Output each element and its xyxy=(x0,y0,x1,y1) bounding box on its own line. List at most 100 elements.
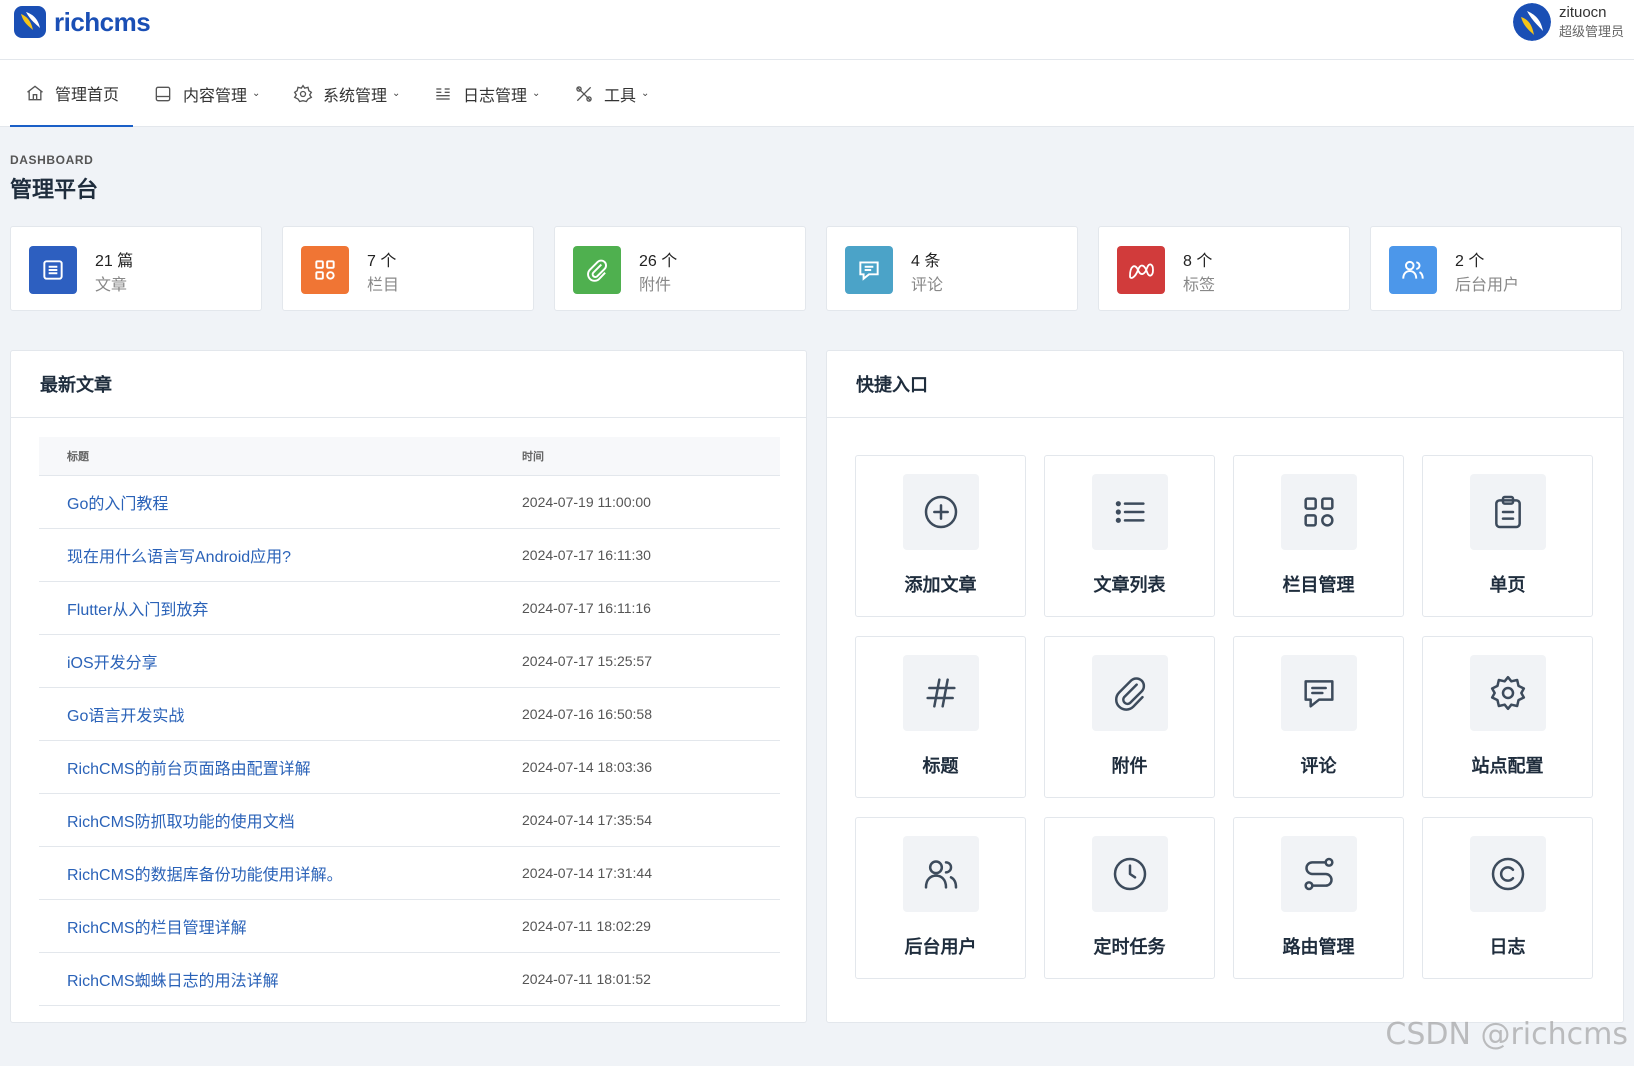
stat-label: 标签 xyxy=(1183,277,1216,294)
nav-label: 管理首页 xyxy=(55,86,120,104)
article-title-link[interactable]: iOS开发分享 xyxy=(67,649,158,673)
shortcut-label: 单页 xyxy=(1489,575,1526,595)
list-icon xyxy=(1092,474,1168,550)
table-row: iOS开发分享 2024-07-17 15:25:57 xyxy=(39,635,780,688)
shortcut-paperclip[interactable]: 附件 xyxy=(1044,636,1215,798)
stat-label: 后台用户 xyxy=(1455,277,1520,294)
shortcut-label: 栏目管理 xyxy=(1282,575,1355,595)
article-time: 2024-07-14 18:03:36 xyxy=(522,759,652,775)
watermark: CSDN @richcms xyxy=(1385,1017,1628,1052)
shortcut-label: 后台用户 xyxy=(904,937,977,957)
stat-value: 8 个 xyxy=(1183,253,1213,270)
shortcut-users[interactable]: 后台用户 xyxy=(855,817,1026,979)
table-row: RichCMS的前台页面路由配置详解 2024-07-14 18:03:36 xyxy=(39,741,780,794)
article-title-link[interactable]: RichCMS蜘蛛日志的用法详解 xyxy=(67,967,279,991)
tools-icon xyxy=(573,83,595,105)
article-title-link[interactable]: RichCMS的前台页面路由配置详解 xyxy=(67,755,311,779)
shortcut-grid[interactable]: 栏目管理 xyxy=(1233,455,1404,617)
table-row: RichCMS的栏目管理详解 2024-07-11 18:02:29 xyxy=(39,900,780,953)
shortcut-label: 日志 xyxy=(1489,937,1526,957)
article-time: 2024-07-17 16:11:16 xyxy=(522,600,651,616)
article-time: 2024-07-11 18:01:52 xyxy=(522,971,651,987)
nav-item-system[interactable]: 系统管理 ⌄ xyxy=(292,60,400,127)
gear-icon xyxy=(292,83,314,105)
chevron-down-icon: ⌄ xyxy=(252,88,261,99)
article-title-link[interactable]: Go的入门教程 xyxy=(67,490,168,514)
table-row: RichCMS的数据库备份功能使用详解。 2024-07-14 17:31:44 xyxy=(39,847,780,900)
shortcut-hash[interactable]: 标题 xyxy=(855,636,1026,798)
content-icon xyxy=(152,83,174,105)
page-pretitle: DASHBOARD xyxy=(10,153,94,167)
article-time: 2024-07-14 17:35:54 xyxy=(522,812,652,828)
page-title: 管理平台 xyxy=(10,177,99,202)
nav-label: 内容管理 xyxy=(183,87,248,105)
shortcuts-panel: 快捷入口 添加文章 文章列表 栏目管理 单页标题 附件 评论 站点配置后台用户 定时任务 路由管… xyxy=(826,350,1624,1023)
copyright-icon xyxy=(1470,836,1546,912)
stat-card-comments[interactable]: 4 条 评论 xyxy=(826,226,1078,311)
stat-card-users[interactable]: 2 个 后台用户 xyxy=(1370,226,1622,311)
shortcut-label: 添加文章 xyxy=(904,575,977,595)
shortcut-clipboard[interactable]: 单页 xyxy=(1422,455,1593,617)
log-icon xyxy=(432,83,454,105)
gear-icon xyxy=(1470,655,1546,731)
users-icon xyxy=(1389,246,1437,294)
chevron-down-icon: ⌄ xyxy=(532,88,541,99)
nav-item-tools[interactable]: 工具 ⌄ xyxy=(573,60,649,127)
stat-value: 4 条 xyxy=(911,253,941,270)
article-title-link[interactable]: RichCMS的栏目管理详解 xyxy=(67,914,247,938)
user-role: 超级管理员 xyxy=(1558,24,1624,39)
stat-label: 栏目 xyxy=(367,277,400,294)
nav-label: 工具 xyxy=(604,87,637,105)
nav-item-content[interactable]: 内容管理 ⌄ xyxy=(152,60,260,127)
shortcut-label: 文章列表 xyxy=(1093,575,1166,595)
table-row: Go语言开发实战 2024-07-16 16:50:58 xyxy=(39,688,780,741)
nav-item-home[interactable]: 管理首页 xyxy=(10,60,134,127)
stat-card-categories[interactable]: 7 个 栏目 xyxy=(282,226,534,311)
shortcut-route[interactable]: 路由管理 xyxy=(1233,817,1404,979)
shortcut-label: 标题 xyxy=(922,756,959,776)
shortcut-clock[interactable]: 定时任务 xyxy=(1044,817,1215,979)
shortcut-plus-circle[interactable]: 添加文章 xyxy=(855,455,1026,617)
main-nav: 管理首页 内容管理 ⌄ 系统管理 ⌄ 日志管理 ⌄ 工具 ⌄ xyxy=(0,60,1634,127)
column-header-time: 时间 xyxy=(522,451,544,463)
route-icon xyxy=(1281,836,1357,912)
shortcut-label: 站点配置 xyxy=(1471,756,1544,776)
comment-icon xyxy=(845,246,893,294)
stat-label: 附件 xyxy=(639,277,672,294)
stat-card-tags[interactable]: 8 个 标签 xyxy=(1098,226,1350,311)
nav-item-logs[interactable]: 日志管理 ⌄ xyxy=(432,60,540,127)
user-menu[interactable]: zituocn 超级管理员 xyxy=(1512,0,1624,44)
home-icon xyxy=(24,82,46,104)
column-header-title: 标题 xyxy=(67,451,89,463)
logo-icon xyxy=(14,6,46,38)
stat-card-attachments[interactable]: 26 个 附件 xyxy=(554,226,806,311)
top-header: richcms zituocn 超级管理员 xyxy=(0,0,1634,60)
shortcut-gear[interactable]: 站点配置 xyxy=(1422,636,1593,798)
shortcut-comment[interactable]: 评论 xyxy=(1233,636,1404,798)
table-row: Flutter从入门到放弃 2024-07-17 16:11:16 xyxy=(39,582,780,635)
brand-logo[interactable]: richcms xyxy=(12,2,151,42)
nav-label: 日志管理 xyxy=(463,87,528,105)
avatar[interactable] xyxy=(1512,3,1551,41)
brand-name: richcms xyxy=(54,6,151,37)
stat-card-articles[interactable]: 21 篇 文章 xyxy=(10,226,262,311)
plus-circle-icon xyxy=(903,474,979,550)
articles-table: 标题 时间 Go的入门教程 2024-07-19 11:00:00 现在用什么语言写… xyxy=(39,437,780,1006)
shortcut-list[interactable]: 文章列表 xyxy=(1044,455,1215,617)
table-row: Go的入门教程 2024-07-19 11:00:00 xyxy=(39,476,780,529)
article-time: 2024-07-14 17:31:44 xyxy=(522,865,652,881)
article-title-link[interactable]: Go语言开发实战 xyxy=(67,702,184,726)
article-title-link[interactable]: 现在用什么语言写Android应用? xyxy=(67,543,291,567)
article-title-link[interactable]: RichCMS防抓取功能的使用文档 xyxy=(67,808,295,832)
article-title-link[interactable]: Flutter从入门到放弃 xyxy=(67,596,208,620)
panel-title: 快捷入口 xyxy=(827,351,1623,418)
table-header: 标题 时间 xyxy=(39,437,780,476)
shortcut-label: 评论 xyxy=(1300,756,1337,776)
comment-icon xyxy=(1281,655,1357,731)
article-title-link[interactable]: RichCMS的数据库备份功能使用详解。 xyxy=(67,861,343,885)
paperclip-icon xyxy=(1092,655,1168,731)
user-name: zituocn xyxy=(1558,4,1607,21)
table-row: 现在用什么语言写Android应用? 2024-07-17 16:11:30 xyxy=(39,529,780,582)
shortcut-label: 路由管理 xyxy=(1282,937,1355,957)
shortcut-copyright[interactable]: 日志 xyxy=(1422,817,1593,979)
